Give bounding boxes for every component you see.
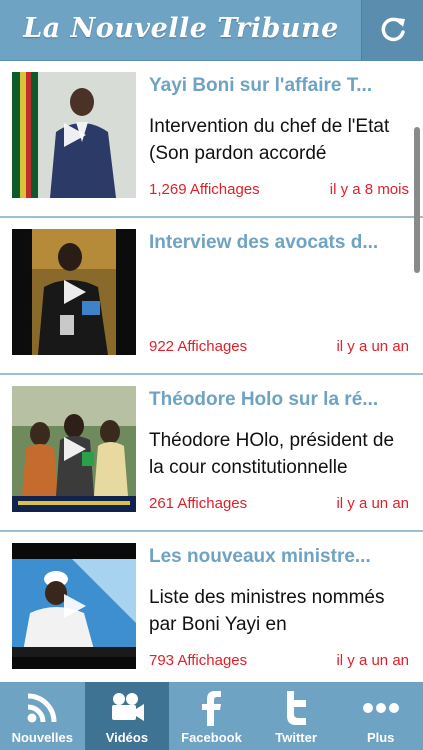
tab-videos[interactable]: Vidéos bbox=[84, 682, 170, 750]
tab-bar: Nouvelles Vidéos Facebook Twitter Plus bbox=[0, 682, 423, 750]
tab-facebook[interactable]: Facebook bbox=[169, 682, 254, 750]
play-icon[interactable] bbox=[60, 121, 88, 149]
video-title[interactable]: Yayi Boni sur l'affaire T... bbox=[149, 75, 411, 97]
video-date: il y a un an bbox=[336, 495, 409, 512]
tab-label: Plus bbox=[366, 730, 395, 745]
tab-plus[interactable]: Plus bbox=[338, 682, 423, 750]
refresh-icon bbox=[381, 17, 405, 42]
tab-label: Facebook bbox=[181, 730, 242, 745]
video-description bbox=[149, 270, 411, 324]
facebook-icon bbox=[202, 691, 222, 726]
play-icon[interactable] bbox=[60, 278, 88, 306]
list-item[interactable]: Théodore Holo sur la ré... Théodore HOlo… bbox=[0, 375, 423, 532]
video-list[interactable]: Yayi Boni sur l'affaire T... Interventio… bbox=[0, 61, 423, 682]
view-count: 793 Affichages bbox=[149, 652, 248, 669]
video-description: Liste des ministres nommés par Boni Yayi… bbox=[149, 587, 385, 635]
video-date: il y a un an bbox=[336, 338, 409, 355]
app-title: La Nouvelle Tribune bbox=[23, 13, 339, 44]
video-description: Intervention du chef de l'Etat (Son pard… bbox=[149, 116, 390, 164]
view-count: 922 Affichages bbox=[149, 338, 248, 355]
rss-icon bbox=[27, 693, 57, 723]
video-camera-icon bbox=[111, 693, 144, 721]
tab-label: Vidéos bbox=[105, 730, 149, 745]
play-icon[interactable] bbox=[60, 592, 88, 620]
video-title[interactable]: Théodore Holo sur la ré... bbox=[149, 389, 411, 411]
refresh-button[interactable] bbox=[361, 0, 423, 60]
video-description: Théodore HOlo, président de la cour cons… bbox=[149, 430, 395, 478]
play-icon[interactable] bbox=[60, 435, 88, 463]
twitter-icon bbox=[287, 691, 307, 725]
video-date: il y a 8 mois bbox=[329, 181, 409, 198]
view-count: 261 Affichages bbox=[149, 495, 248, 512]
tab-label: Nouvelles bbox=[11, 730, 73, 745]
more-icon bbox=[362, 703, 399, 713]
list-item[interactable]: Interview des avocats d... 922 Affichage… bbox=[0, 218, 423, 375]
scrollbar[interactable] bbox=[414, 127, 420, 273]
video-title[interactable]: Les nouveaux ministre... bbox=[149, 546, 411, 568]
tab-twitter[interactable]: Twitter bbox=[254, 682, 339, 750]
view-count: 1,269 Affichages bbox=[149, 181, 260, 198]
video-date: il y a un an bbox=[336, 652, 409, 669]
app-header: La Nouvelle Tribune bbox=[0, 0, 423, 61]
video-title[interactable]: Interview des avocats d... bbox=[149, 232, 411, 254]
list-item[interactable]: Yayi Boni sur l'affaire T... Interventio… bbox=[0, 61, 423, 218]
tab-label: Twitter bbox=[275, 730, 317, 745]
tab-nouvelles[interactable]: Nouvelles bbox=[0, 682, 85, 750]
list-item[interactable]: Les nouveaux ministre... Liste des minis… bbox=[0, 532, 423, 682]
